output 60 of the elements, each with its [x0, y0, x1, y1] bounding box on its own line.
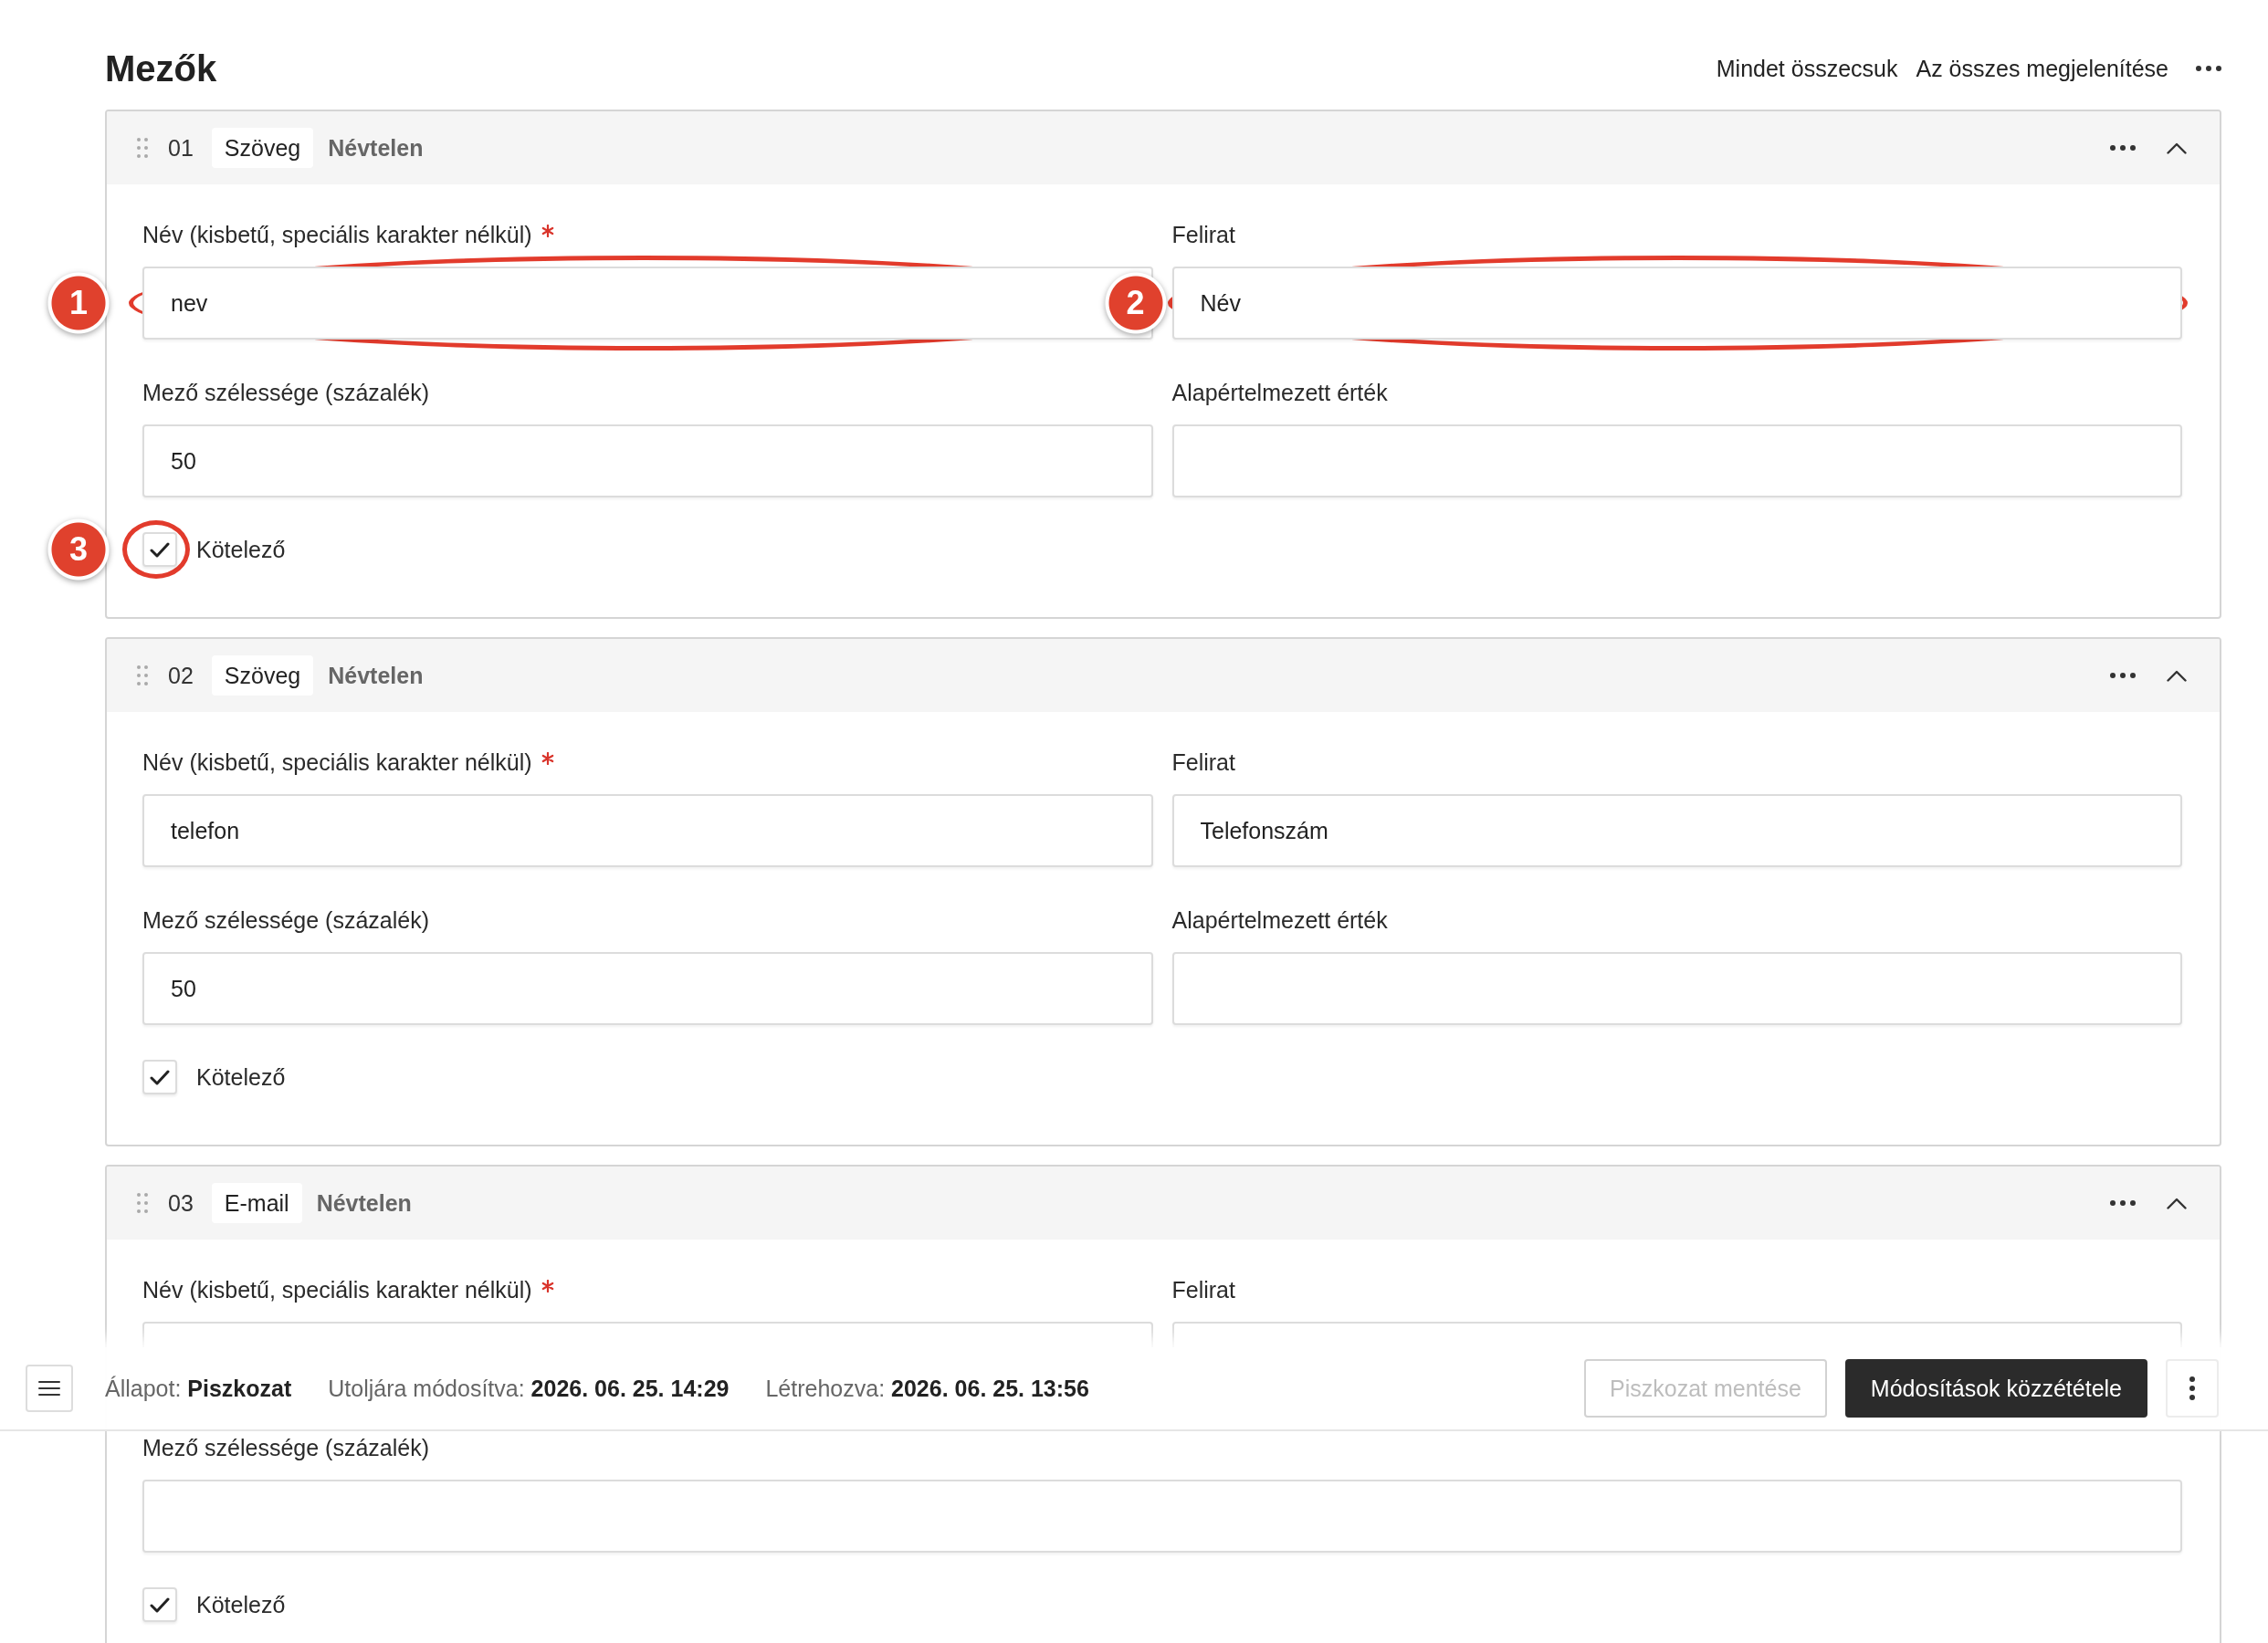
- status-text: Utoljára módosítva: 2026. 06. 25. 14:29: [328, 1375, 730, 1402]
- checkbox[interactable]: [142, 532, 177, 567]
- drag-handle-icon[interactable]: [137, 1193, 148, 1213]
- field-label: Felirat: [1171, 748, 1235, 776]
- more-options-button[interactable]: [2166, 1359, 2219, 1418]
- field-label: Név (kisbetű, speciális karakter nélkül): [142, 1276, 532, 1303]
- text-input[interactable]: Telefonszám: [1171, 794, 2182, 867]
- text-input[interactable]: [1171, 1322, 2182, 1347]
- field-label: Mező szélessége (százalék): [142, 379, 429, 406]
- text-input[interactable]: [142, 1480, 2182, 1553]
- kebab-menu-icon: [2189, 1376, 2195, 1400]
- field-number: 03: [168, 1189, 194, 1218]
- chevron-up-icon[interactable]: [2167, 141, 2187, 154]
- publish-button[interactable]: Módosítások közzététele: [1844, 1359, 2147, 1418]
- checkmark-icon: [150, 541, 170, 558]
- checkbox-label: Kötelező: [196, 536, 286, 563]
- field-number: 02: [168, 662, 194, 690]
- checkbox-label: Kötelező: [196, 1063, 286, 1091]
- more-icon[interactable]: [2110, 1200, 2136, 1206]
- field-label: Mező szélessége (százalék): [142, 906, 429, 934]
- checkbox[interactable]: [142, 1060, 177, 1094]
- field-name: Névtelen: [328, 134, 424, 162]
- checkmark-icon: [150, 1069, 170, 1085]
- field-label: Név (kisbetű, speciális karakter nélkül): [142, 748, 532, 776]
- field-name: Névtelen: [316, 1189, 412, 1217]
- field-number: 01: [168, 134, 194, 162]
- status-text: Állapot: Piszkozat: [105, 1375, 292, 1402]
- text-input[interactable]: 50: [142, 952, 1153, 1025]
- checkbox-label: Kötelező: [196, 1591, 286, 1618]
- text-input[interactable]: telefon: [142, 794, 1153, 867]
- text-input[interactable]: Név: [1171, 267, 2182, 340]
- drag-handle-icon[interactable]: [137, 138, 148, 158]
- field-label: Alapértelmezett érték: [1171, 379, 1388, 406]
- field-label: Alapértelmezett érték: [1171, 906, 1388, 934]
- field-name: Névtelen: [328, 662, 424, 689]
- field-type-tag: E-mail: [211, 1183, 302, 1223]
- field-label: Felirat: [1171, 1276, 1235, 1303]
- field-label: Felirat: [1171, 221, 1235, 248]
- menu-button[interactable]: [26, 1365, 73, 1412]
- chevron-up-icon[interactable]: [2167, 669, 2187, 682]
- text-input[interactable]: [1171, 952, 2182, 1025]
- drag-handle-icon[interactable]: [137, 665, 148, 685]
- chevron-up-icon[interactable]: [2167, 1197, 2187, 1209]
- checkbox[interactable]: [142, 1587, 177, 1622]
- text-input[interactable]: [142, 1322, 1153, 1347]
- field-label: Név (kisbetű, speciális karakter nélkül): [142, 221, 532, 248]
- text-input[interactable]: 50: [142, 424, 1153, 497]
- header-action-link[interactable]: Mindet összecsuk: [1716, 54, 1898, 83]
- text-input[interactable]: [1171, 424, 2182, 497]
- field-label: Mező szélessége (százalék): [142, 1434, 429, 1461]
- field-type-tag: Szöveg: [211, 655, 314, 696]
- more-icon[interactable]: [2110, 673, 2136, 678]
- status-text: Létrehozva: 2026. 06. 25. 13:56: [765, 1375, 1089, 1402]
- more-icon[interactable]: [2196, 66, 2221, 71]
- checkmark-icon: [150, 1596, 170, 1613]
- header-action-link[interactable]: Az összes megjelenítése: [1916, 54, 2168, 83]
- field-type-tag: Szöveg: [211, 128, 314, 168]
- menu-icon: [38, 1380, 60, 1397]
- page-title: Mezők: [105, 47, 217, 90]
- more-icon[interactable]: [2110, 145, 2136, 151]
